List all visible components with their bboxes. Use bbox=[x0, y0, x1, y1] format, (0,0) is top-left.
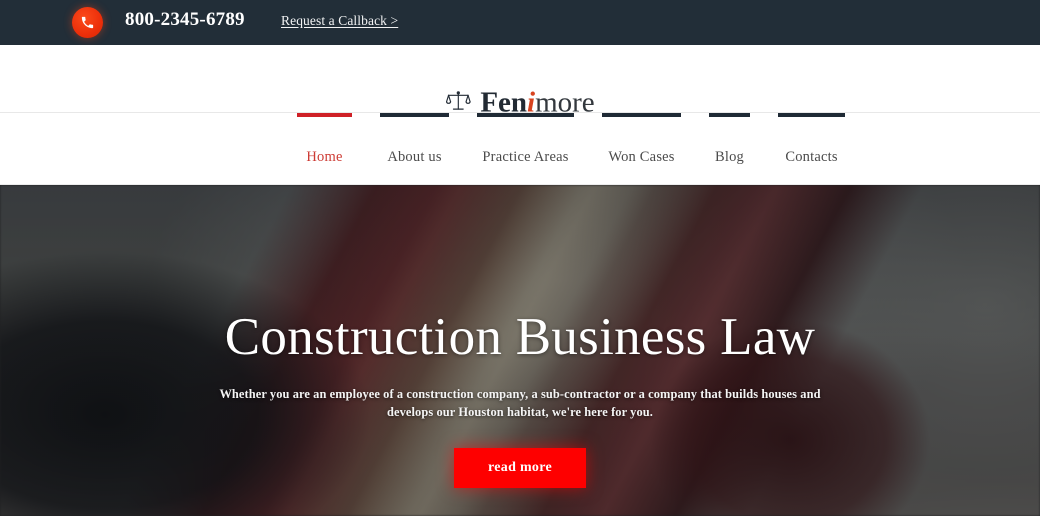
nav-item-contacts[interactable]: Contacts bbox=[778, 113, 845, 166]
nav-indicator-bar bbox=[297, 113, 352, 117]
phone-icon[interactable] bbox=[72, 7, 103, 38]
nav-item-about-us[interactable]: About us bbox=[380, 113, 449, 166]
nav-item-won-cases[interactable]: Won Cases bbox=[602, 113, 681, 166]
read-more-button[interactable]: read more bbox=[454, 447, 586, 488]
hero-banner: Construction Business Law Whether you ar… bbox=[0, 185, 1040, 516]
nav-label-blog: Blog bbox=[715, 149, 744, 165]
nav-items-container: Home About us Practice Areas Won Cases B… bbox=[297, 113, 845, 166]
nav-indicator-bar bbox=[709, 113, 750, 117]
nav-label-about-us: About us bbox=[387, 149, 442, 165]
nav-label-won-cases: Won Cases bbox=[608, 149, 675, 165]
nav-item-practice-areas[interactable]: Practice Areas bbox=[477, 113, 574, 166]
nav-item-blog[interactable]: Blog bbox=[709, 113, 750, 166]
nav-label-practice-areas: Practice Areas bbox=[482, 149, 569, 165]
hero-title: Construction Business Law bbox=[224, 308, 816, 366]
nav-indicator-bar bbox=[602, 113, 681, 117]
nav-indicator-bar bbox=[380, 113, 449, 117]
request-callback-link[interactable]: Request a Callback > bbox=[281, 13, 398, 29]
hero-subtitle: Whether you are an employee of a constru… bbox=[219, 387, 821, 419]
nav-indicator-bar bbox=[778, 113, 845, 117]
phone-number: 800-2345-6789 bbox=[125, 9, 245, 30]
site-header: Fenimore fenimore@demolink.org bbox=[0, 45, 1040, 126]
nav-label-contacts: Contacts bbox=[785, 149, 838, 165]
top-bar: 800-2345-6789 Request a Callback > bbox=[0, 0, 1040, 45]
nav-item-home[interactable]: Home bbox=[297, 113, 352, 166]
hero-content: Construction Business Law Whether you ar… bbox=[0, 185, 1040, 516]
main-navigation: Home About us Practice Areas Won Cases B… bbox=[0, 113, 1040, 185]
nav-indicator-bar bbox=[477, 113, 574, 117]
nav-label-home: Home bbox=[306, 149, 343, 165]
